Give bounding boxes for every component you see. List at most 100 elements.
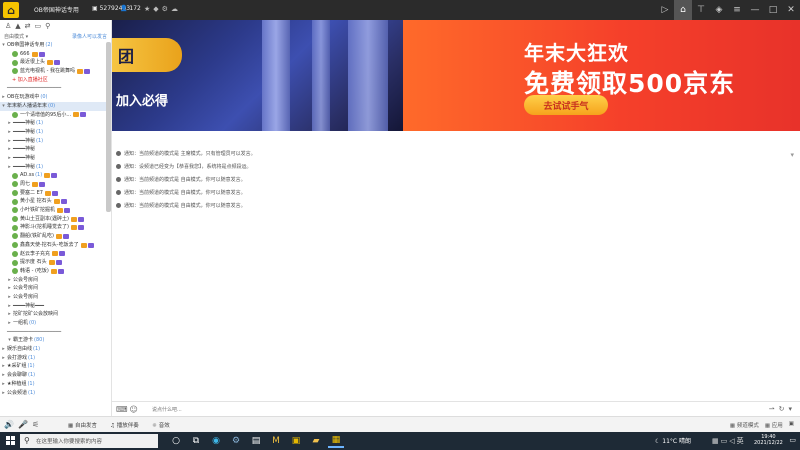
expand-caret-icon[interactable]: ▾ — [0, 102, 7, 111]
user-icon[interactable]: ♙ — [5, 22, 11, 30]
sidebar-channel-item[interactable]: ▾ 年末新人播请年末 (0) — [0, 101, 111, 111]
speaker-icon[interactable]: 🔊 — [4, 420, 14, 429]
mic-icon[interactable]: 🎤 — [18, 420, 28, 429]
expand-caret-icon[interactable]: ▸ — [6, 319, 13, 328]
ad-banner[interactable]: 团 加入必得 年末大狂欢 免费领取500京东 去试试手气 — [112, 20, 800, 131]
screen-icon[interactable]: ▷ — [656, 0, 674, 20]
join-live-link[interactable]: + 加入直播社区 — [0, 76, 111, 85]
lock-icon[interactable]: ▲ — [15, 22, 20, 30]
sidebar-channel-item[interactable]: ▸ ━━━━神秘 (1) — [0, 137, 111, 146]
sidebar-channel-item[interactable]: ▸ 公会频道 (1) — [0, 389, 111, 398]
channel-mode-select[interactable]: 自由模式 ▾ — [4, 33, 28, 40]
sidebar-scrollbar[interactable] — [106, 42, 111, 212]
sidebar-channel-item[interactable]: ▸ ━━━━神秘 (1) — [0, 119, 111, 128]
sidebar-channel-item[interactable]: ▸ 公会号房间 — [0, 284, 111, 293]
volume-icon[interactable]: ◁ — [729, 437, 736, 445]
expand-caret-icon[interactable]: ▸ — [6, 154, 13, 163]
task-view-icon[interactable]: ○ — [168, 434, 184, 448]
expand-caret-icon[interactable]: ▸ — [0, 389, 7, 398]
sidebar-channel-item[interactable]: ▸ 娱乐自由线 (1) — [0, 345, 111, 354]
expand-caret-icon[interactable]: ▸ — [6, 284, 13, 293]
sidebar-user-item[interactable]: AD.ss (1) — [0, 171, 111, 180]
sidebar-channel-item[interactable]: ▸ 公会号房间 — [0, 276, 111, 285]
emoji-icon[interactable]: ☺ — [130, 405, 140, 414]
windows-start-icon[interactable] — [6, 436, 16, 446]
app-logo-icon[interactable]: ⌂ — [3, 2, 19, 18]
sidebar-user-item[interactable]: 要塞二 E7 — [0, 189, 111, 198]
expand-caret-icon[interactable]: ▸ — [0, 371, 7, 380]
folder-icon[interactable]: ▰ — [308, 434, 324, 448]
expand-caret-icon[interactable]: ▸ — [6, 137, 13, 146]
expand-caret-icon[interactable]: ▾ — [6, 336, 13, 345]
expand-caret-icon[interactable]: ▸ — [0, 354, 7, 363]
expand-caret-icon[interactable]: ▸ — [6, 119, 13, 128]
chat-icon[interactable]: ▭ — [35, 22, 42, 30]
expand-caret-icon[interactable]: ▸ — [0, 362, 7, 371]
sidebar-user-item[interactable]: 黄山土豆副本(遇碎土) — [0, 215, 111, 224]
weather-widget[interactable]: ☾ 11°C 晴朗 — [655, 436, 691, 445]
expand-caret-icon[interactable]: ▾ — [0, 41, 7, 50]
effects-button[interactable]: ☼ 音效 — [152, 421, 170, 429]
banner-left-panel[interactable]: 团 加入必得 — [112, 20, 403, 131]
minimize-icon[interactable]: — — [746, 0, 764, 20]
sidebar-channel-item[interactable]: ▸ 挖矿挖矿公会放映间 — [0, 310, 111, 319]
free-talk-button[interactable]: ▦ 自由发言 — [68, 421, 97, 429]
sidebar-user-item[interactable]: 最近很上头 — [0, 58, 111, 67]
sidebar-user-item[interactable]: 666 — [0, 50, 111, 59]
close-icon[interactable]: ✕ — [782, 0, 800, 20]
cloud-icon[interactable]: ☁ — [171, 5, 181, 13]
history-icon[interactable]: ↻ — [779, 405, 789, 413]
grid-icon[interactable]: ▣ — [789, 421, 794, 429]
tray-app-icon[interactable]: ▦ — [712, 437, 721, 445]
gamepad-icon[interactable]: ◈ — [710, 0, 728, 20]
sidebar-channel-item[interactable]: ▸ ━━━━神秘 — [0, 154, 111, 163]
tshirt-icon[interactable]: ⊤ — [692, 0, 710, 20]
search-icon[interactable]: ⚲ — [45, 22, 50, 30]
taskbar-search[interactable]: ⚲ 在这里输入你要搜索的内容 — [20, 434, 158, 448]
sidebar-user-item[interactable]: 一个请增值的95后小... — [0, 111, 111, 120]
sidebar-user-item[interactable]: 提示度 石头 — [0, 258, 111, 267]
task-switch-icon[interactable]: ⧉ — [188, 434, 204, 448]
expand-caret-icon[interactable]: ▸ — [6, 145, 13, 154]
sidebar-user-item[interactable]: 小叶铁矿挖掘机 — [0, 206, 111, 215]
sidebar-channel-item[interactable]: ▸ 公会号房间 — [0, 293, 111, 302]
sidebar-channel-item[interactable]: ▸ ★种植组 (1) — [0, 380, 111, 389]
sidebar-channel-item[interactable]: ▸ 会会聊聊 (1) — [0, 371, 111, 380]
banner-try-button[interactable]: 去试试手气 — [524, 95, 608, 115]
sidebar-channel-item[interactable]: ▾ OB帝国神话专用 (2) — [0, 41, 111, 50]
apps-button[interactable]: ▦ 应用 — [765, 421, 783, 429]
sidebar-user-item[interactable]: 赵云李子充充 — [0, 250, 111, 259]
sidebar-user-item[interactable]: 鑫鑫天使-挖石头-吃饭去了 — [0, 241, 111, 250]
sidebar-user-item[interactable]: 神影斗(挖机睡觉去了) — [0, 223, 111, 232]
bell-icon[interactable]: ◆ — [153, 5, 161, 13]
star-icon[interactable]: ★ — [144, 5, 153, 13]
wallet-icon[interactable]: ▣ — [288, 434, 304, 448]
sidebar-channel-item[interactable]: ▸ 会打游戏 (1) — [0, 354, 111, 363]
expand-caret-icon[interactable]: ▸ — [6, 128, 13, 137]
sidebar-user-item[interactable]: 黄小星 挖石头 — [0, 197, 111, 206]
expand-caret-icon[interactable]: ▸ — [6, 293, 13, 302]
sidebar-user-item[interactable]: 周七 — [0, 180, 111, 189]
maximize-icon[interactable]: □ — [764, 0, 782, 20]
sidebar-channel-item[interactable]: ▾ 霸王游卡 (80) — [0, 336, 111, 345]
sidebar-user-item[interactable]: 蓝光电视机 - 我在跳舞吗 — [0, 67, 111, 76]
music-button[interactable]: ♫ 播放伴奏 — [110, 421, 139, 429]
sidebar-channel-item[interactable]: ▸ ★采矿组 (1) — [0, 362, 111, 371]
sidebar-channel-item[interactable]: ▸ ━━━━神秘 — [0, 145, 111, 154]
store-icon[interactable]: ▤ — [248, 434, 264, 448]
notification-icon[interactable]: ▭ — [789, 436, 796, 444]
sidebar-channel-item[interactable]: ▸ ━━━━神秘━━━ — [0, 302, 111, 311]
expand-caret-icon[interactable]: ▸ — [0, 93, 7, 102]
mixer-icon[interactable]: ⚟ — [32, 420, 39, 429]
expand-caret-icon[interactable]: ▸ — [6, 302, 13, 311]
sidebar-channel-item[interactable]: ▸ 一组机 (0) — [0, 319, 111, 328]
expand-caret-icon[interactable]: ▸ — [6, 276, 13, 285]
chat-input[interactable] — [150, 404, 730, 415]
menu-icon[interactable]: ≡ — [728, 0, 746, 20]
font-icon[interactable]: ⌨ — [116, 405, 130, 414]
home-icon[interactable]: ⌂ — [674, 0, 692, 20]
expand-caret-icon[interactable]: ▸ — [6, 163, 13, 172]
ime-icon[interactable]: 英 — [737, 437, 746, 445]
banner-right-panel[interactable]: 年末大狂欢 免费领取500京东 去试试手气 — [403, 20, 800, 131]
sidebar-channel-item[interactable]: ▸ OB在玩游戏中 (0) — [0, 93, 111, 102]
